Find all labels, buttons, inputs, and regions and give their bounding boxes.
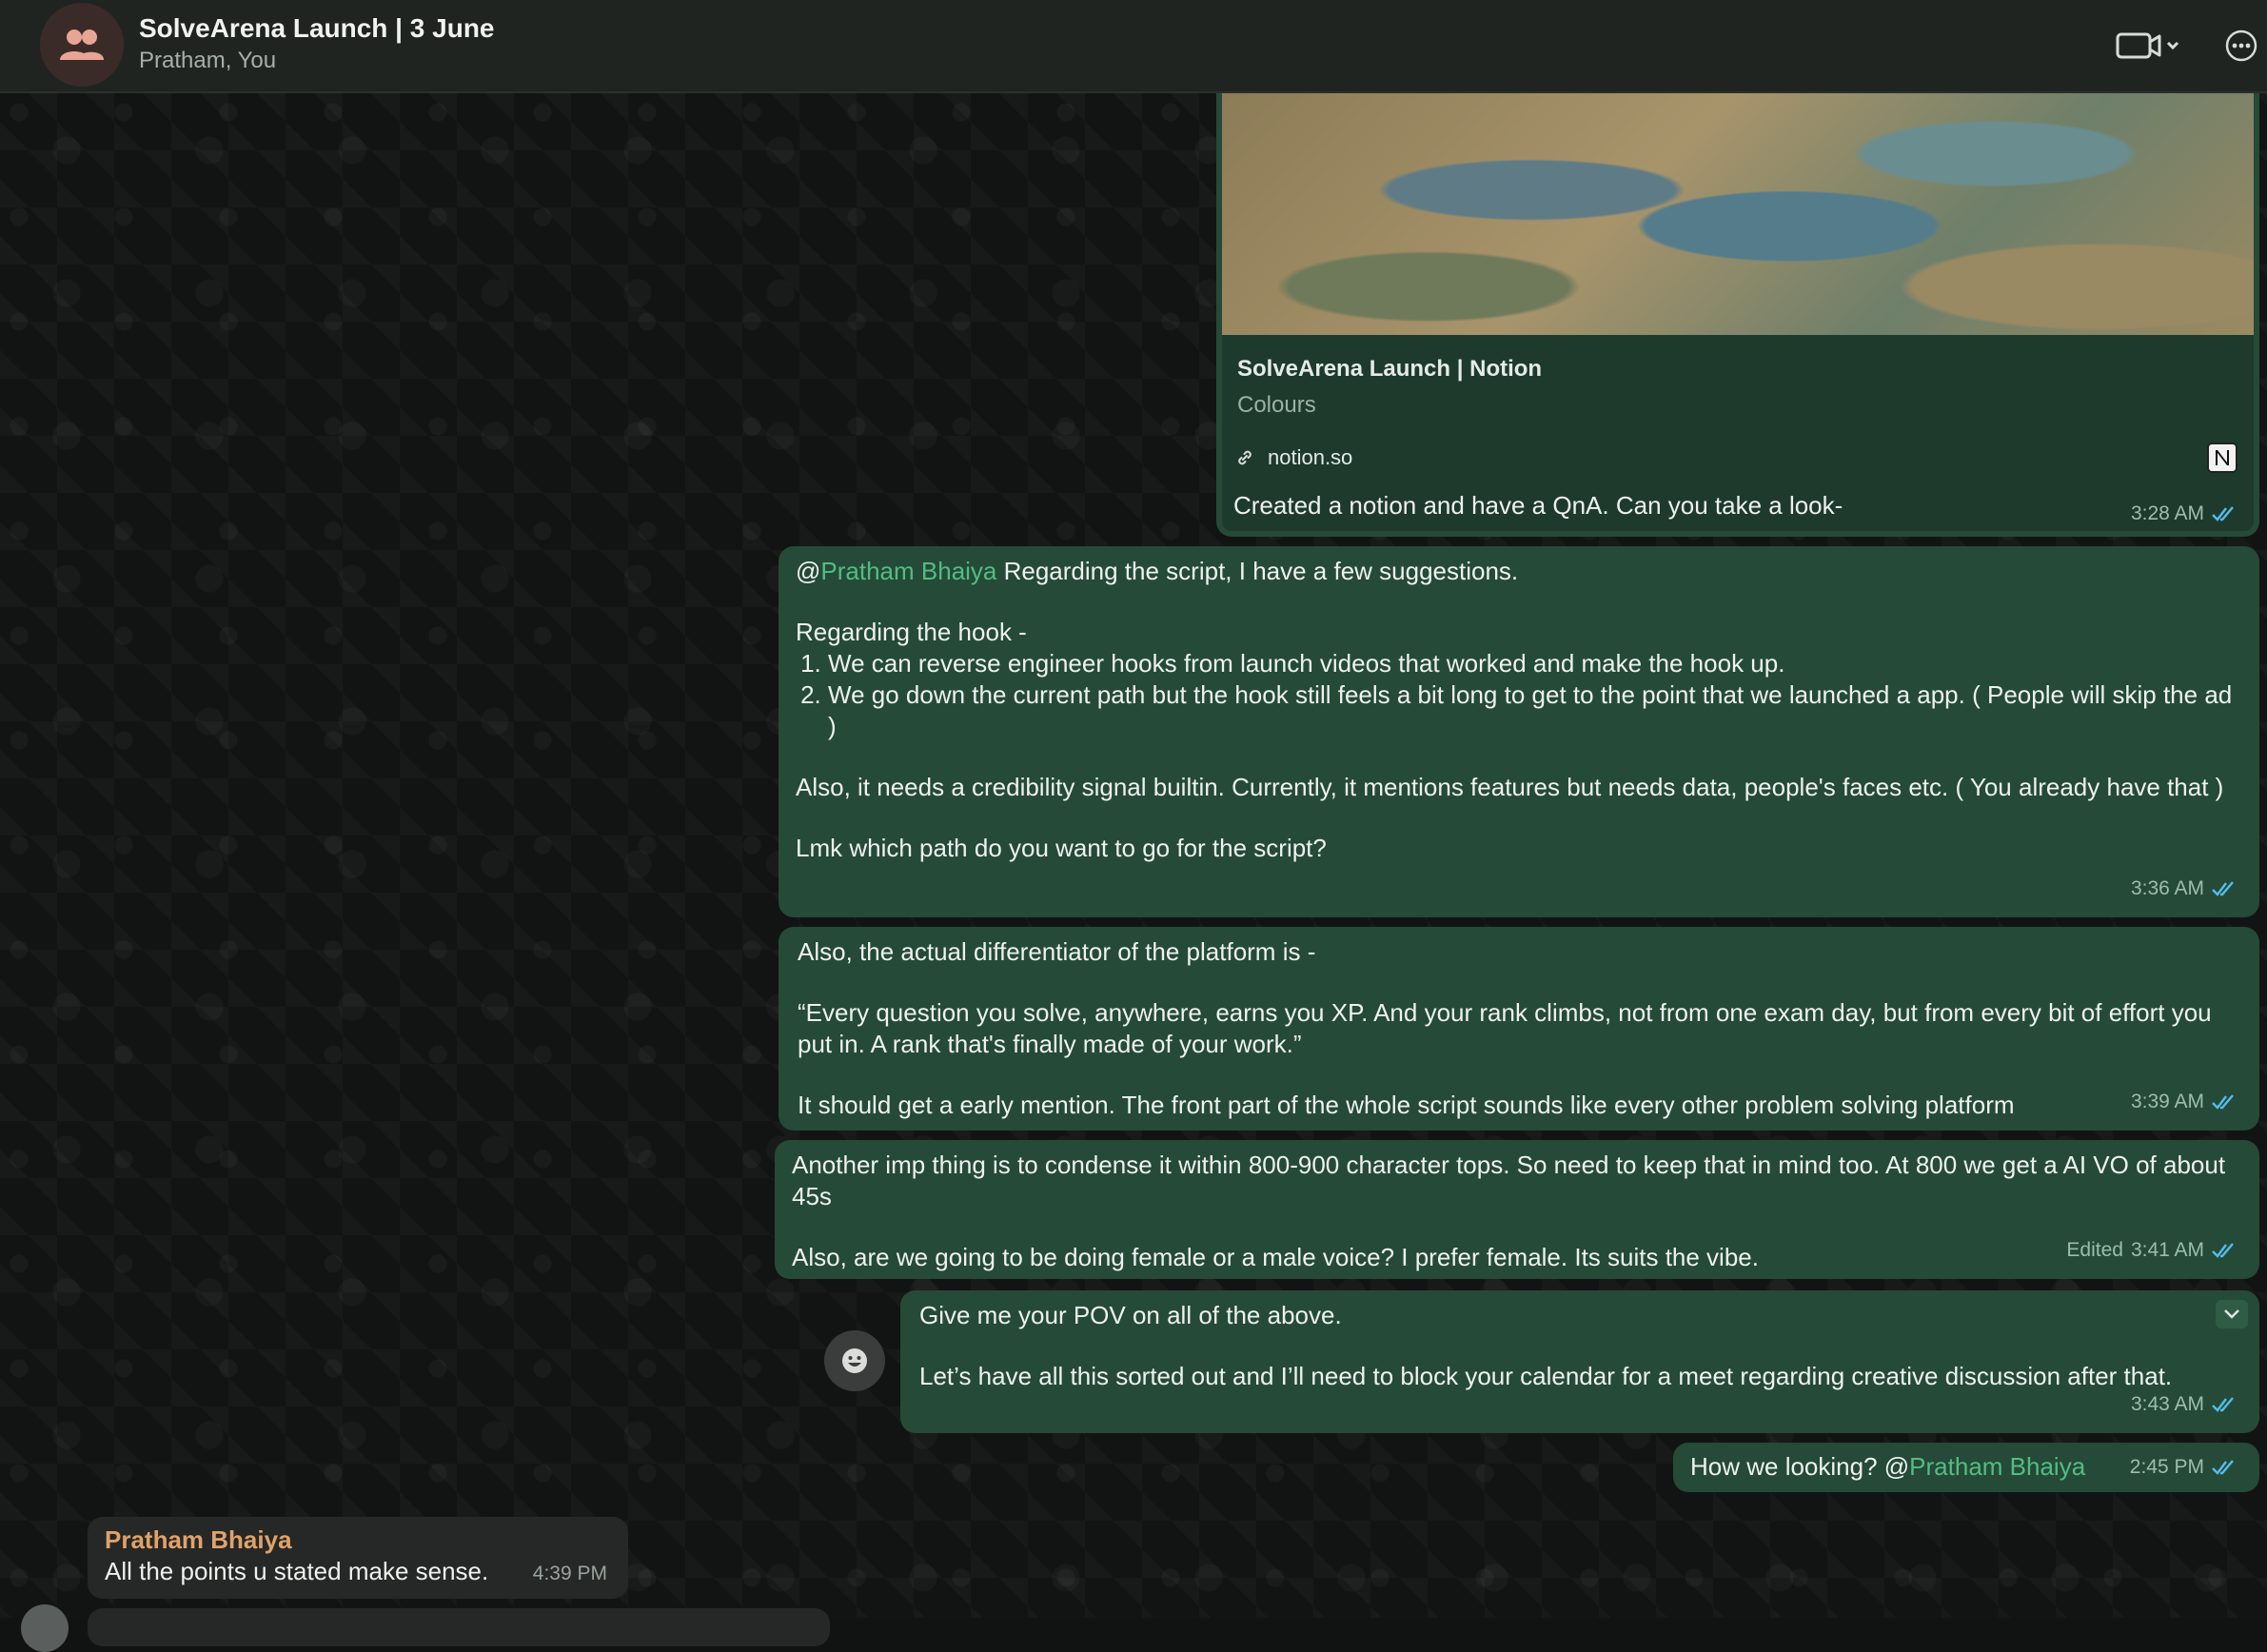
message-text: Regarding the hook - [796, 618, 1027, 646]
message-text: Give me your POV on all of the above. [919, 1301, 1342, 1329]
double-check-icon [2212, 1242, 2234, 1258]
message-body: @Pratham Bhaiya Regarding the script, I … [796, 556, 2240, 864]
message-time: 3:41 AM [2130, 1239, 2204, 1261]
suggestion-list: We can reverse engineer hooks from launc… [796, 648, 2240, 742]
message-text: Also, are we going to be doing female or… [792, 1243, 1759, 1271]
link-domain-text: notion.so [1268, 445, 1353, 469]
link-icon [1238, 450, 1252, 465]
sender-avatar[interactable] [21, 1604, 69, 1652]
message-time: 3:43 AM [2130, 1393, 2204, 1415]
react-button[interactable] [824, 1330, 885, 1391]
message-time: 3:28 AM [2130, 502, 2204, 524]
double-check-icon [2212, 1459, 2234, 1475]
message-text: Also, the actual differentiator of the p… [798, 937, 1316, 966]
link-preview-domain: notion.so [1235, 445, 1352, 470]
link-preview-title: SolveArena Launch | Notion [1237, 356, 1543, 382]
message-meta: 4:39 PM [533, 1558, 607, 1589]
chevron-down-icon [2224, 1309, 2239, 1319]
double-check-icon [2212, 880, 2234, 896]
mention-link[interactable]: Pratham Bhaiya [1909, 1452, 2085, 1481]
link-preview-image[interactable] [1222, 93, 2254, 335]
message-text: Another imp thing is to condense it with… [792, 1150, 2226, 1210]
message-bubble[interactable]: Another imp thing is to condense it with… [775, 1140, 2259, 1279]
message-meta: 3:39 AM [2131, 1086, 2238, 1117]
message-meta: 3:36 AM [2131, 873, 2238, 904]
link-preview-description: Colours [1237, 392, 1316, 418]
link-message-text: Created a notion and have a QnA. Can you… [1233, 491, 1843, 520]
video-call-button[interactable] [2115, 27, 2181, 65]
message-time: 3:39 AM [2130, 1091, 2204, 1112]
sender-name[interactable]: Pratham Bhaiya [105, 1524, 609, 1556]
double-check-icon [2212, 506, 2234, 521]
message-text: It should get a early mention. The front… [798, 1091, 2015, 1119]
chat-participants[interactable]: Pratham, You [139, 48, 276, 74]
message-time: 2:45 PM [2129, 1456, 2204, 1478]
emoji-react-icon [842, 1348, 867, 1373]
chat-header: SolveArena Launch | 3 June Pratham, You [0, 0, 2267, 93]
message-bubble[interactable]: How we looking? @Pratham Bhaiya 2:45 PM [1673, 1443, 2259, 1492]
video-camera-icon [2116, 32, 2179, 59]
message-text: Lmk which path do you want to go for the… [796, 834, 1327, 862]
mention-link[interactable]: Pratham Bhaiya [820, 557, 996, 585]
group-avatar[interactable] [40, 3, 124, 87]
message-line: @Pratham Bhaiya Regarding the script, I … [796, 557, 1519, 585]
message-meta: 3:43 AM [2131, 1388, 2238, 1420]
more-options-button[interactable] [2223, 28, 2259, 64]
incoming-message-bubble[interactable]: Pratham Bhaiya All the points u stated m… [88, 1517, 628, 1599]
message-bubble[interactable]: @Pratham Bhaiya Regarding the script, I … [779, 546, 2259, 917]
message-options-button[interactable] [2216, 1300, 2248, 1328]
message-text: “Every question you solve, anywhere, ear… [798, 998, 2212, 1058]
message-text: Let’s have all this sorted out and I’ll … [919, 1362, 2173, 1390]
message-time: 3:36 AM [2130, 877, 2204, 899]
list-item: We go down the current path but the hook… [828, 679, 2240, 742]
double-check-icon [2212, 1093, 2234, 1110]
message-text: Also, it needs a credibility signal buil… [796, 773, 2224, 801]
incoming-message-bubble[interactable] [88, 1608, 830, 1646]
message-text: How we looking? @ [1690, 1452, 1910, 1481]
more-options-icon [2225, 30, 2257, 62]
notion-logo-icon [2207, 442, 2237, 473]
message-meta: 3:28 AM [2131, 502, 2238, 525]
message-text: Regarding the script, I have a few sugge… [996, 557, 1519, 585]
message-bubble[interactable]: Also, the actual differentiator of the p… [779, 927, 2259, 1131]
notion-logo [2206, 442, 2238, 474]
message-meta: 2:45 PM [2130, 1451, 2238, 1483]
message-bubble[interactable]: Give me your POV on all of the above. Le… [900, 1290, 2259, 1433]
double-check-icon [2212, 1396, 2234, 1412]
edited-label: Edited [2066, 1239, 2123, 1261]
group-icon [60, 30, 104, 60]
chat-title[interactable]: SolveArena Launch | 3 June [139, 13, 495, 44]
message-time: 4:39 PM [532, 1563, 607, 1584]
list-item: We can reverse engineer hooks from launc… [828, 648, 2240, 679]
message-meta: Edited 3:41 AM [2066, 1234, 2238, 1266]
link-preview-message[interactable]: SolveArena Launch | Notion Colours notio… [1216, 93, 2259, 537]
